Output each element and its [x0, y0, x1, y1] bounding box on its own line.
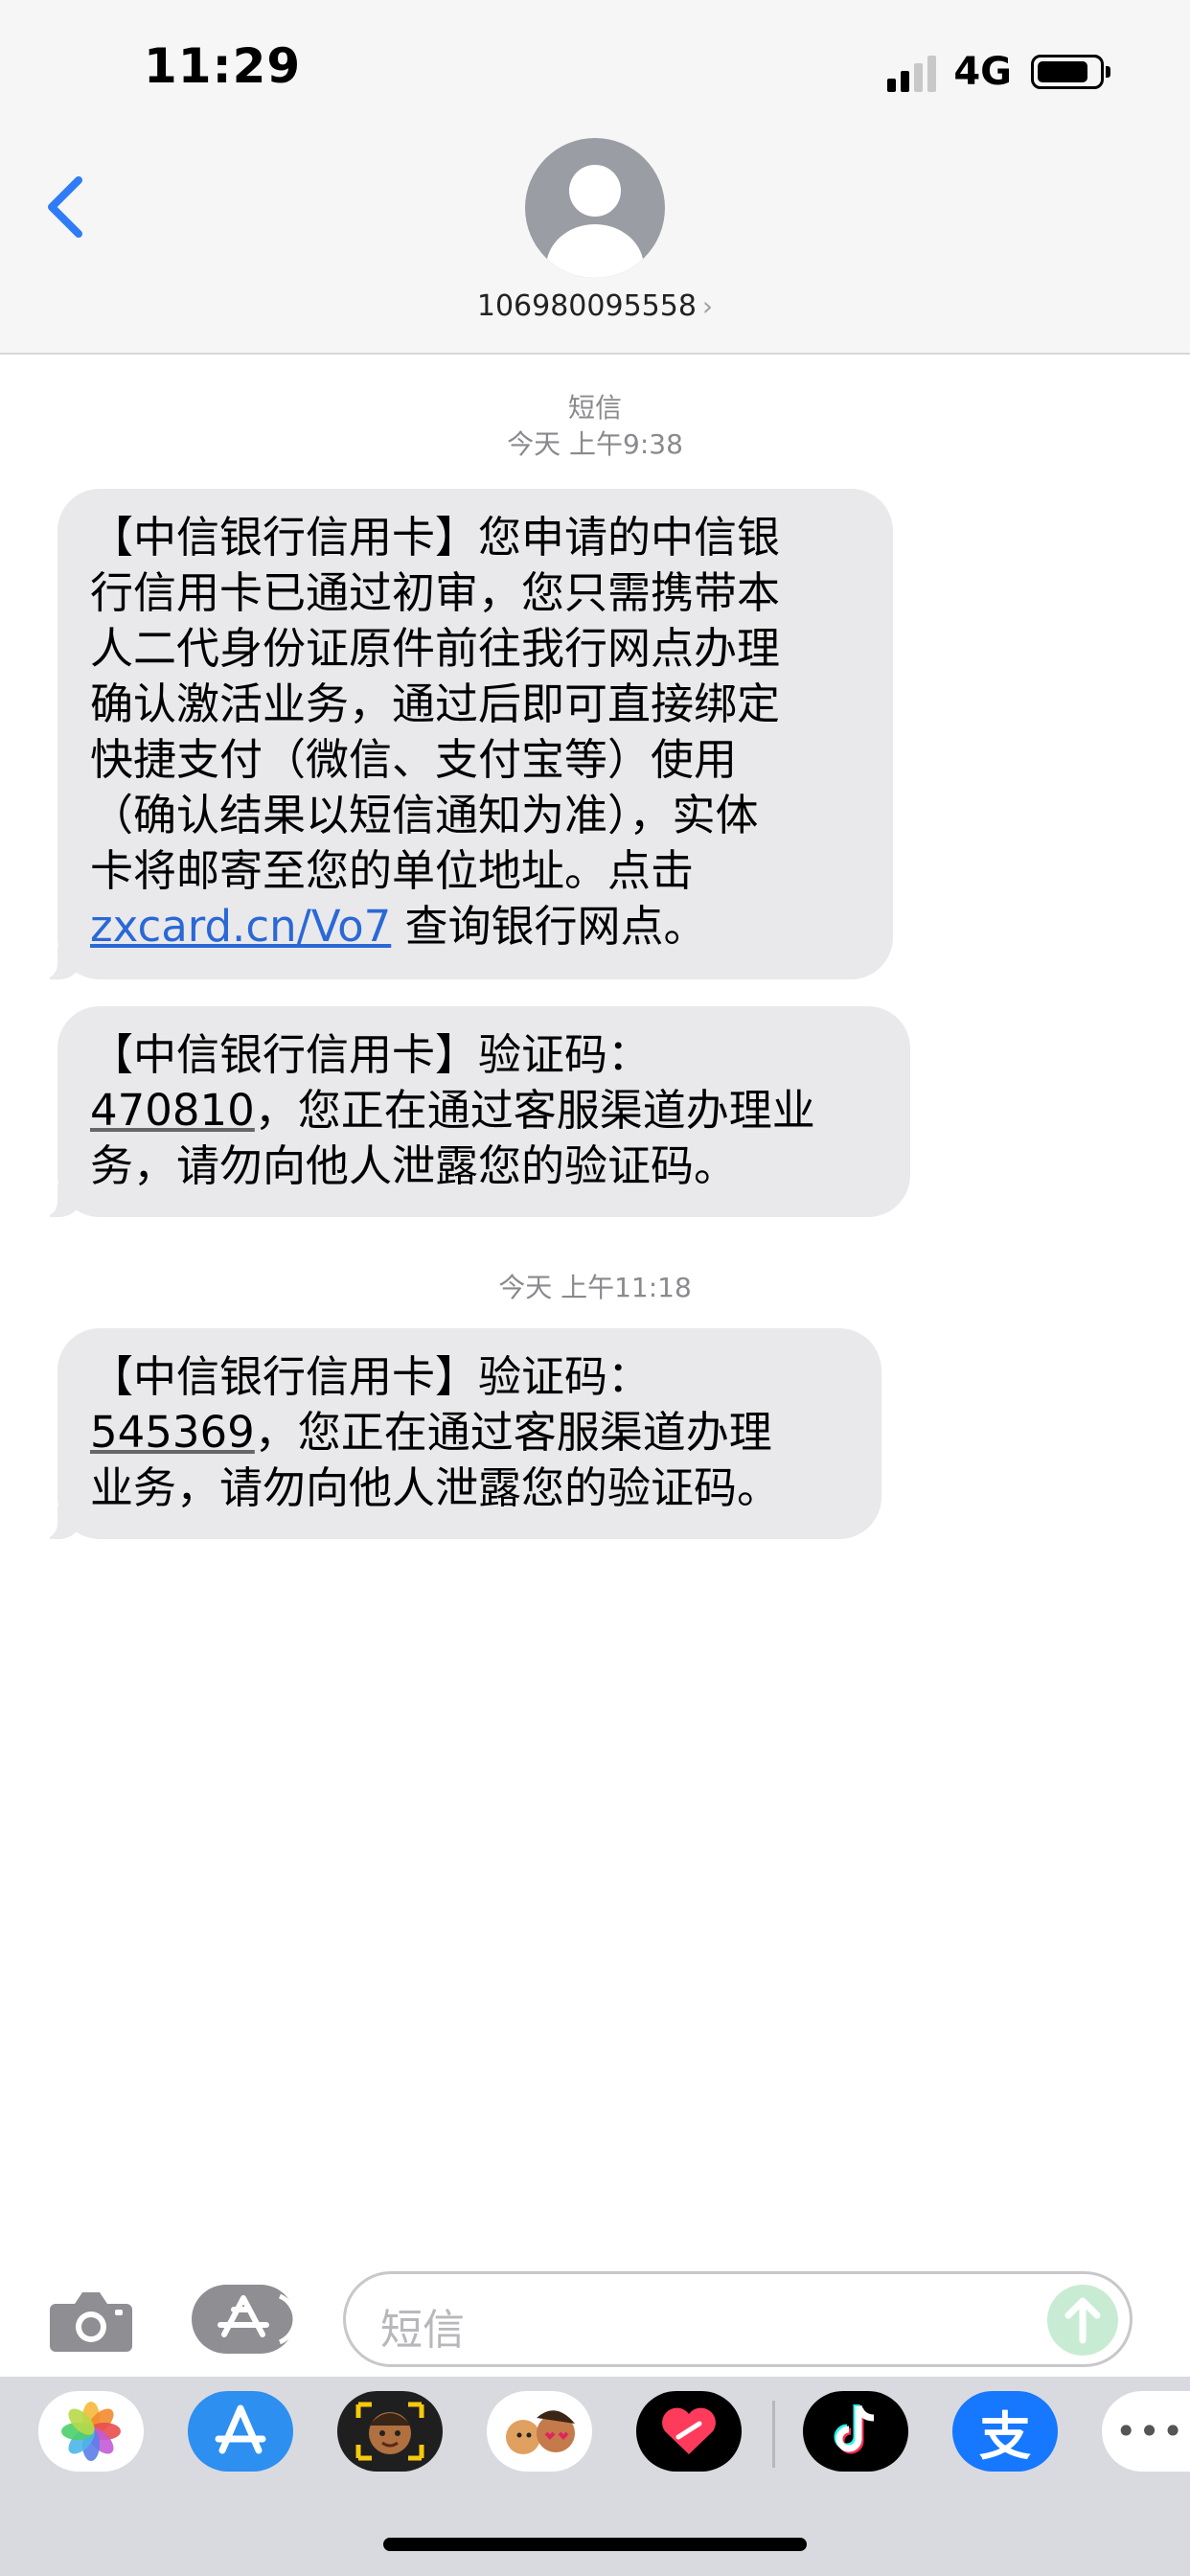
message-line: 务，请勿向他人泄露您的验证码。	[90, 1140, 738, 1191]
digital-touch-icon[interactable]	[636, 2391, 742, 2472]
message-line: 545369，您正在通过客服渠道办理	[90, 1407, 772, 1458]
thread-label: 短信	[567, 392, 622, 424]
send-button[interactable]	[1047, 2285, 1118, 2356]
home-indicator[interactable]	[383, 2538, 807, 2551]
status-icons: 4G	[887, 48, 1110, 96]
more-glyph: •••	[1115, 2410, 1186, 2452]
message-line: 人二代身份证原件前往我行网点办理	[90, 623, 781, 674]
photos-app-icon[interactable]	[38, 2391, 144, 2472]
status-time: 11:29	[144, 38, 302, 94]
message-line: 快捷支付（微信、支付宝等）使用	[90, 734, 738, 785]
message-bubble[interactable]: 【中信银行信用卡】您申请的中信银 行信用卡已通过初审，您只需携带本 人二代身份证…	[38, 489, 893, 979]
message-bubble[interactable]: 【中信银行信用卡】验证码： 470810，您正在通过客服渠道办理业 务，请勿向他…	[38, 1006, 910, 1217]
network-type: 4G	[953, 50, 1012, 94]
message-line: 【中信银行信用卡】您申请的中信银	[90, 512, 781, 563]
person-icon	[569, 165, 621, 217]
message-line: 行信用卡已通过初审，您只需携带本	[90, 567, 781, 618]
message-input-placeholder: 短信	[380, 2306, 465, 2355]
verification-code[interactable]: 545369	[90, 1407, 255, 1458]
verification-code[interactable]: 470810	[90, 1085, 255, 1136]
message-bubble[interactable]: 【中信银行信用卡】验证码： 545369，您正在通过客服渠道办理 业务，请勿向他…	[38, 1328, 881, 1539]
message-line: 470810，您正在通过客服渠道办理业	[90, 1085, 815, 1136]
cellular-signal-icon	[887, 52, 937, 92]
message-line: zxcard.cn/Vo7 查询银行网点。	[90, 901, 707, 952]
app-store-icon[interactable]	[188, 2391, 293, 2472]
apps-button[interactable]	[192, 2285, 298, 2354]
contact-avatar[interactable]	[525, 138, 665, 278]
message-line: 【中信银行信用卡】验证码：	[90, 1351, 652, 1402]
chevron-right-icon: ›	[701, 290, 714, 322]
message-line: 卡将邮寄至您的单位地址。点击	[90, 845, 695, 896]
more-icon[interactable]: •••	[1102, 2391, 1190, 2472]
contact-name[interactable]: 106980095558 ›	[0, 289, 1190, 323]
url-link[interactable]: zxcard.cn/Vo7	[90, 901, 391, 952]
message-line: （确认结果以短信通知为准），实体	[90, 790, 759, 840]
message-line: 【中信银行信用卡】验证码：	[90, 1029, 652, 1080]
battery-icon	[1031, 55, 1110, 89]
timestamp: 今天 上午11:18	[498, 1272, 692, 1303]
chevron-left-icon	[48, 176, 82, 238]
alipay-glyph: 支	[979, 2405, 1031, 2467]
message-line: 业务，请勿向他人泄露您的验证码。	[90, 1462, 781, 1513]
camera-icon	[50, 2292, 132, 2352]
back-button[interactable]	[38, 172, 96, 242]
animoji-icon[interactable]	[487, 2391, 592, 2472]
alipay-icon[interactable]: 支	[952, 2391, 1058, 2472]
conversation-header: 11:29 4G 106980095558 ›	[0, 0, 1190, 355]
camera-button[interactable]	[48, 2287, 134, 2354]
memoji-icon[interactable]	[337, 2391, 443, 2472]
app-store-icon	[217, 2293, 298, 2345]
arrow-up-icon	[1064, 2297, 1101, 2344]
contact-number-text: 106980095558	[476, 289, 697, 323]
message-line: 确认激活业务，通过后即可直接绑定	[90, 678, 781, 729]
tiktok-icon[interactable]	[803, 2391, 908, 2472]
message-input[interactable]: 短信	[343, 2271, 1133, 2367]
drawer-divider	[772, 2401, 775, 2468]
timestamp: 今天 上午9:38	[507, 428, 683, 460]
